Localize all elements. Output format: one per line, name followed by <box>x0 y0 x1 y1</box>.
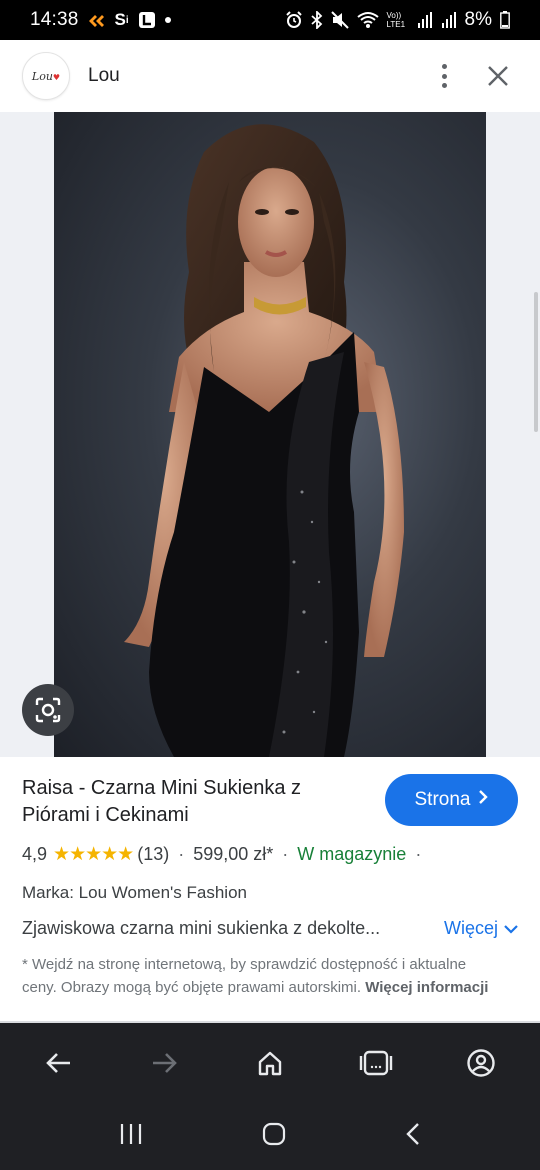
status-bar: 14:38 Si Vo)) LTE1 8% <box>0 0 540 40</box>
account-icon[interactable] <box>453 1035 509 1091</box>
result-header: Lou♥ Lou <box>0 40 540 112</box>
rating-value: 4,9 <box>22 844 48 864</box>
product-title[interactable]: Raisa - Czarna Mini Sukienka z Piórami i… <box>22 775 367 829</box>
bluetooth-icon <box>310 11 323 29</box>
more-info-link[interactable]: Więcej informacji <box>365 979 488 996</box>
more-vert-icon[interactable] <box>432 62 456 90</box>
browser-toolbar <box>0 1023 540 1103</box>
separator-dot: · <box>178 844 185 864</box>
separator-dot: · <box>282 844 289 864</box>
battery-percent: 8% <box>464 9 492 30</box>
product-info-panel: Raisa - Czarna Mini Sukienka z Piórami i… <box>0 757 540 1022</box>
alarm-icon <box>285 11 303 29</box>
home-icon[interactable] <box>242 1035 298 1091</box>
close-icon[interactable] <box>486 64 510 88</box>
back-arrow-icon[interactable] <box>31 1035 87 1091</box>
recents-icon[interactable] <box>119 1123 143 1150</box>
description-row: Zjawiskowa czarna mini sukienka z dekolt… <box>22 918 518 939</box>
visit-site-button[interactable]: Strona <box>385 774 518 826</box>
dot-icon <box>164 17 171 23</box>
product-photo[interactable] <box>54 112 486 757</box>
copyright-disclaimer: * Wejdź na stronę internetową, by sprawd… <box>22 953 492 999</box>
logo-text: Lou♥ <box>31 69 61 83</box>
mute-icon <box>330 11 349 29</box>
scrollbar[interactable] <box>534 292 538 432</box>
battery-icon <box>500 11 510 29</box>
chevron-down-icon <box>504 918 518 939</box>
tabs-icon[interactable] <box>348 1035 404 1091</box>
brand-line: Marka: Lou Women's Fashion <box>22 883 247 902</box>
lens-search-icon[interactable] <box>22 684 74 736</box>
forward-arrow-icon[interactable] <box>136 1035 192 1091</box>
visit-site-label: Strona <box>414 789 471 810</box>
back-chevron-icon[interactable] <box>405 1122 421 1151</box>
product-meta-row: 4,9 ★★★★★ (13) · 599,00 zł* · W magazyni… <box>22 843 518 866</box>
s-app-icon: Si <box>114 10 129 29</box>
chevron-right-icon <box>478 789 489 811</box>
image-preview-area <box>0 112 540 757</box>
product-description: Zjawiskowa czarna mini sukienka z dekolt… <box>22 918 381 938</box>
availability-status: W magazynie <box>297 844 407 864</box>
star-rating-icon: ★★★★★ <box>53 844 134 865</box>
separator-dot: · <box>415 844 422 864</box>
signal-icon <box>417 11 433 29</box>
site-name: Lou <box>88 65 120 86</box>
system-navigation-bar <box>0 1103 540 1170</box>
status-time: 14:38 <box>30 9 79 30</box>
more-button[interactable]: Więcej <box>444 918 518 939</box>
l-app-icon <box>138 11 156 29</box>
network-label: Vo)) LTE1 <box>386 11 406 29</box>
notification-app-icon <box>88 12 106 28</box>
home-circle-icon[interactable] <box>262 1122 286 1151</box>
signal-icon <box>441 11 457 29</box>
more-label: Więcej <box>443 918 498 938</box>
wifi-icon <box>356 11 379 29</box>
review-count: (13) <box>137 844 170 864</box>
site-logo[interactable]: Lou♥ <box>22 52 70 100</box>
price: 599,00 zł* <box>193 844 274 864</box>
